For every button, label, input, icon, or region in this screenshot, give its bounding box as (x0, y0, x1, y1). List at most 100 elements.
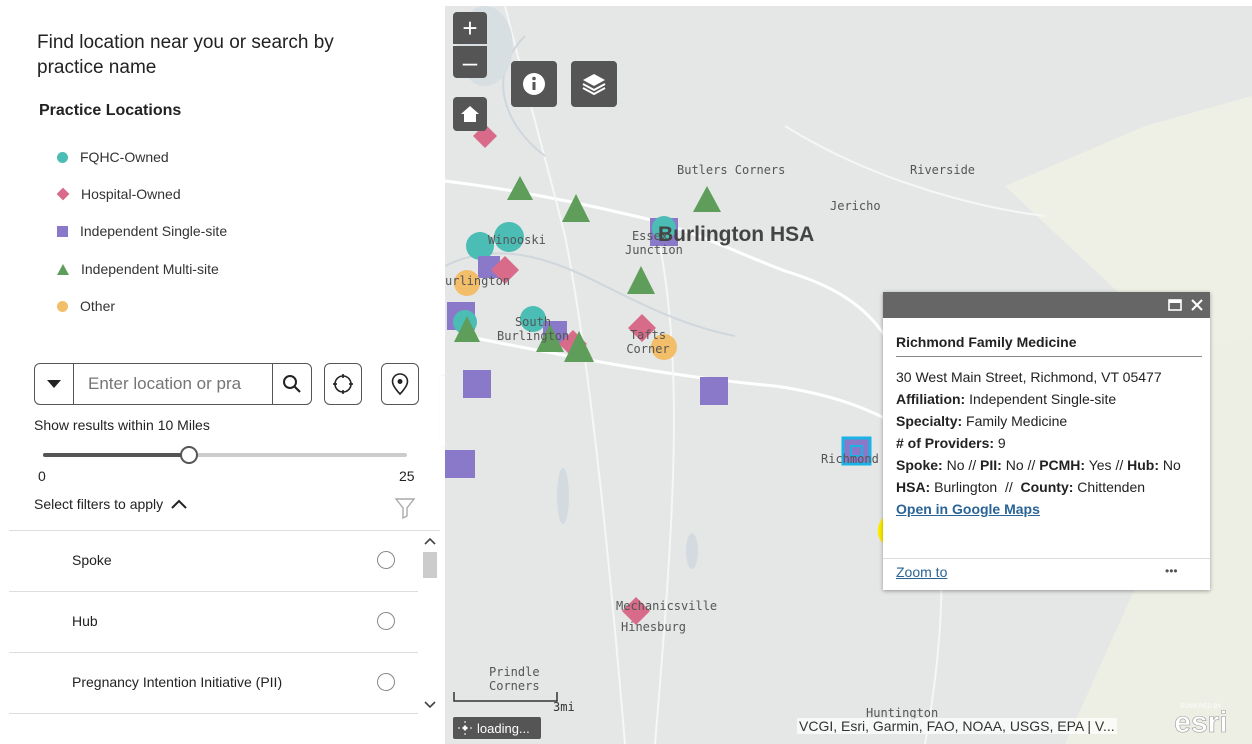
plus-icon: + (462, 12, 478, 43)
intro-text: Find location near you or search by prac… (37, 32, 334, 78)
filter-radio[interactable] (377, 551, 395, 569)
filter-item-hub[interactable]: Hub (9, 592, 418, 653)
google-maps-link[interactable]: Open in Google Maps (896, 501, 1040, 517)
pcmh-label: PCMH: (1039, 457, 1086, 473)
radius-slider-fill (43, 453, 189, 457)
popup-title: Richmond Family Medicine (896, 334, 1202, 357)
popup-body: 30 West Main Street, Richmond, VT 05477 … (896, 366, 1202, 520)
pcmh-value: Yes (1088, 457, 1112, 473)
popup-header (883, 292, 1210, 318)
providers-label: # of Providers: (896, 435, 995, 451)
pii-value: No (1005, 457, 1024, 473)
maximize-icon[interactable] (1168, 299, 1182, 311)
place-label-prindle-corners: Prindle Corners (489, 665, 540, 693)
place-label-winooski: Winooski (488, 233, 546, 247)
legend-label: Independent Single-site (80, 223, 228, 239)
info-button[interactable] (511, 61, 557, 107)
layers-icon (582, 74, 606, 95)
locate-me-button[interactable] (324, 363, 362, 405)
radius-slider[interactable] (43, 446, 407, 464)
feature-popup: Richmond Family Medicine 30 West Main St… (883, 292, 1210, 590)
esri-logo-icon: POWERED BY esri (1174, 704, 1228, 739)
minus-icon: – (462, 46, 478, 77)
place-label-hinesburg: Hinesburg (621, 620, 687, 634)
popup-address: 30 West Main Street, Richmond, VT 05477 (896, 369, 1162, 385)
filters-toggle[interactable]: Select filters to apply (34, 496, 187, 512)
layers-button[interactable] (571, 61, 617, 107)
pin-location-button[interactable] (381, 363, 419, 405)
svg-text:esri: esri (1174, 706, 1227, 736)
move-icon (458, 721, 472, 735)
map-attribution[interactable]: VCGI, Esri, Garmin, FAO, NOAA, USGS, EPA… (797, 718, 1117, 734)
place-label-butlers-corners: Butlers Corners (677, 163, 786, 177)
caret-down-icon (47, 379, 61, 388)
scroll-down-icon[interactable] (420, 698, 440, 712)
legend-item-single-site: Independent Single-site (57, 221, 227, 241)
scale-bar (453, 692, 558, 702)
zoom-to-link[interactable]: Zoom to (896, 564, 947, 580)
place-label-richmond: Richmond (821, 452, 879, 466)
scroll-up-icon[interactable] (420, 534, 440, 548)
filter-radio[interactable] (377, 612, 395, 630)
filter-radio[interactable] (377, 673, 395, 691)
specialty-label: Specialty: (896, 413, 963, 429)
zoom-out-button[interactable]: – (453, 46, 487, 78)
legend-item-other: Other (57, 296, 115, 316)
pii-label: PII: (980, 457, 1002, 473)
side-panel: Find location near you or search by prac… (9, 6, 440, 744)
separator: // (1004, 479, 1013, 495)
legend-item-hospital: Hospital-Owned (56, 184, 181, 204)
county-value: Chittenden (1077, 479, 1146, 495)
search-input[interactable] (74, 364, 272, 404)
hub-label: Hub: (1127, 457, 1160, 473)
hsa-value: Burlington (934, 479, 998, 495)
separator: // (968, 457, 977, 473)
esri-logo: POWERED BY esri (1167, 698, 1237, 739)
more-options-button[interactable]: ••• (1165, 564, 1178, 578)
scale-label: 3mi (553, 700, 575, 714)
legend-label: Other (80, 298, 116, 314)
filter-item-pii[interactable]: Pregnancy Intention Initiative (PII) (9, 653, 418, 714)
legend-item-fqhc: FQHC-Owned (57, 147, 169, 167)
legend-label: FQHC-Owned (80, 149, 169, 165)
radius-label: Show results within 10 Miles (34, 417, 210, 433)
place-label-jericho: Jericho (830, 199, 881, 213)
filter-label: Spoke (72, 552, 112, 568)
home-button[interactable] (453, 97, 487, 131)
map-view[interactable]: Butlers Corners Riverside Jericho Winoos… (445, 6, 1252, 744)
close-icon[interactable] (1190, 298, 1204, 312)
spoke-value: No (946, 457, 965, 473)
legend-label: Independent Multi-site (81, 261, 219, 277)
zoom-in-button[interactable]: + (453, 12, 487, 44)
chevron-up-icon (171, 499, 187, 509)
multi-site-triangle-icon (57, 263, 69, 275)
specialty-value: Family Medicine (966, 413, 1068, 429)
affiliation-label: Affiliation: (896, 391, 966, 407)
search-button[interactable] (272, 364, 311, 404)
filter-label: Hub (72, 613, 98, 629)
search-source-dropdown[interactable] (35, 364, 74, 404)
legend-title: Practice Locations (39, 102, 182, 119)
place-label-south-burlington: South Burlington (497, 315, 570, 343)
search-box (34, 363, 312, 405)
filter-list: Spoke Hub Pregnancy Intention Initiative… (9, 530, 440, 744)
search-icon (283, 375, 301, 393)
hospital-diamond-icon (56, 187, 70, 201)
filter-item-spoke[interactable]: Spoke (9, 531, 418, 592)
separator: // (1115, 457, 1124, 473)
county-label: County: (1020, 479, 1074, 495)
hsa-label: Burlington HSA (658, 223, 815, 246)
filter-scrollbar[interactable] (420, 530, 440, 715)
scrollbar-thumb[interactable] (423, 552, 437, 578)
filter-icon[interactable] (394, 496, 416, 520)
place-label-tafts-corner: Tafts Corner (626, 328, 670, 356)
popup-divider (883, 558, 1210, 559)
slider-max-label: 25 (399, 468, 415, 484)
crosshair-icon (333, 374, 353, 394)
affiliation-value: Independent Single-site (969, 391, 1117, 407)
providers-value: 9 (997, 435, 1006, 451)
hsa-field-label: HSA: (896, 479, 931, 495)
fqhc-circle-icon (57, 151, 68, 163)
map-pin-icon (391, 373, 409, 395)
radius-slider-thumb[interactable] (179, 446, 198, 464)
